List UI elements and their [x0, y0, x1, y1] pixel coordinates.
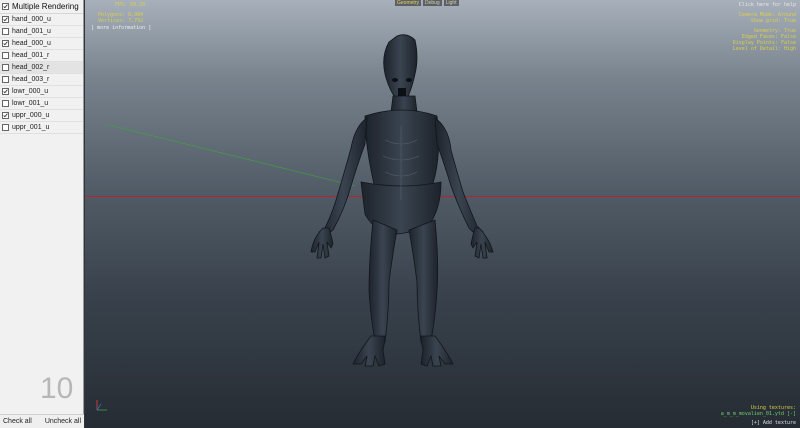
- 3d-viewport[interactable]: Geometry Debug Light FPS: 59.28 Polygons…: [85, 0, 800, 428]
- multiple-rendering-toggle[interactable]: Multiple Rendering: [0, 0, 83, 14]
- alien-model: [310, 34, 494, 367]
- list-item-label: uppr_001_u: [12, 124, 50, 131]
- checkbox-icon[interactable]: [2, 52, 9, 59]
- checkbox-icon[interactable]: [2, 3, 9, 10]
- tab-debug[interactable]: Debug: [422, 0, 442, 6]
- list-item[interactable]: uppr_000_u: [0, 110, 83, 122]
- view-tabs: Geometry Debug Light: [395, 0, 459, 6]
- list-item[interactable]: head_001_r: [0, 50, 83, 62]
- check-all-button[interactable]: Check all: [3, 418, 32, 425]
- more-information-link[interactable]: [ more information ]: [91, 25, 151, 31]
- uncheck-all-button[interactable]: Uncheck all: [45, 418, 81, 425]
- checkbox-icon[interactable]: [2, 88, 9, 95]
- checkbox-icon[interactable]: [2, 40, 9, 47]
- list-item-label: head_001_r: [12, 52, 50, 59]
- list-item[interactable]: uppr_001_u: [0, 122, 83, 134]
- tab-geometry[interactable]: Geometry: [395, 0, 421, 6]
- list-item-label: head_000_u: [12, 40, 51, 47]
- textures-info: Using textures: a_m_m_movalien_01.ytd [-…: [721, 405, 796, 417]
- list-item-label: hand_000_u: [12, 16, 51, 23]
- checkbox-icon[interactable]: [2, 16, 9, 23]
- level-of-detail-readout[interactable]: Level of Detail: High: [733, 46, 796, 52]
- view-settings: Camera Mode: Around Show grid: True Geom…: [733, 12, 796, 52]
- panel-footer: Check all Uncheck all: [0, 414, 84, 428]
- fps-readout: FPS: 59.28: [115, 2, 146, 8]
- list-item-label: uppr_000_u: [12, 112, 50, 119]
- checkbox-icon[interactable]: [2, 64, 9, 71]
- render-list-panel: Multiple Rendering hand_000_u hand_001_u h…: [0, 0, 84, 428]
- list-item[interactable]: lowr_001_u: [0, 98, 83, 110]
- add-texture-button[interactable]: [+] Add texture: [751, 420, 796, 426]
- gizmo-z-axis: [96, 403, 102, 411]
- list-item-label: lowr_000_u: [12, 88, 49, 95]
- checkbox-icon[interactable]: [2, 100, 9, 107]
- list-item[interactable]: head_002_r: [0, 62, 83, 74]
- vertices-readout: Vertices: 7,792: [98, 18, 144, 24]
- list-item[interactable]: hand_000_u: [0, 14, 83, 26]
- checkbox-icon[interactable]: [2, 112, 9, 119]
- checkbox-icon[interactable]: [2, 28, 9, 35]
- item-count: 10: [40, 372, 74, 405]
- list-item[interactable]: hand_001_u: [0, 26, 83, 38]
- texture-file-link[interactable]: a_m_m_movalien_01.ytd [-]: [721, 411, 796, 417]
- list-item-label: lowr_001_u: [12, 100, 49, 107]
- multiple-rendering-label: Multiple Rendering: [12, 2, 79, 11]
- list-item-label: hand_001_u: [12, 28, 51, 35]
- list-item-label: head_002_r: [12, 64, 50, 71]
- checkbox-icon[interactable]: [2, 76, 9, 83]
- render-stats: FPS: 59.28 Polygons: 8,984 Vertices: 7,7…: [98, 2, 145, 24]
- model-part-list: hand_000_u hand_001_u head_000_u head_001_r…: [0, 14, 83, 134]
- tab-light[interactable]: Light: [443, 0, 459, 6]
- list-item-label: head_003_r: [12, 76, 50, 83]
- list-item[interactable]: head_003_r: [0, 74, 83, 86]
- help-link[interactable]: Click here for help: [739, 2, 796, 8]
- checkbox-icon[interactable]: [2, 124, 9, 131]
- list-item[interactable]: head_000_u: [0, 38, 83, 50]
- list-item[interactable]: lowr_000_u: [0, 86, 83, 98]
